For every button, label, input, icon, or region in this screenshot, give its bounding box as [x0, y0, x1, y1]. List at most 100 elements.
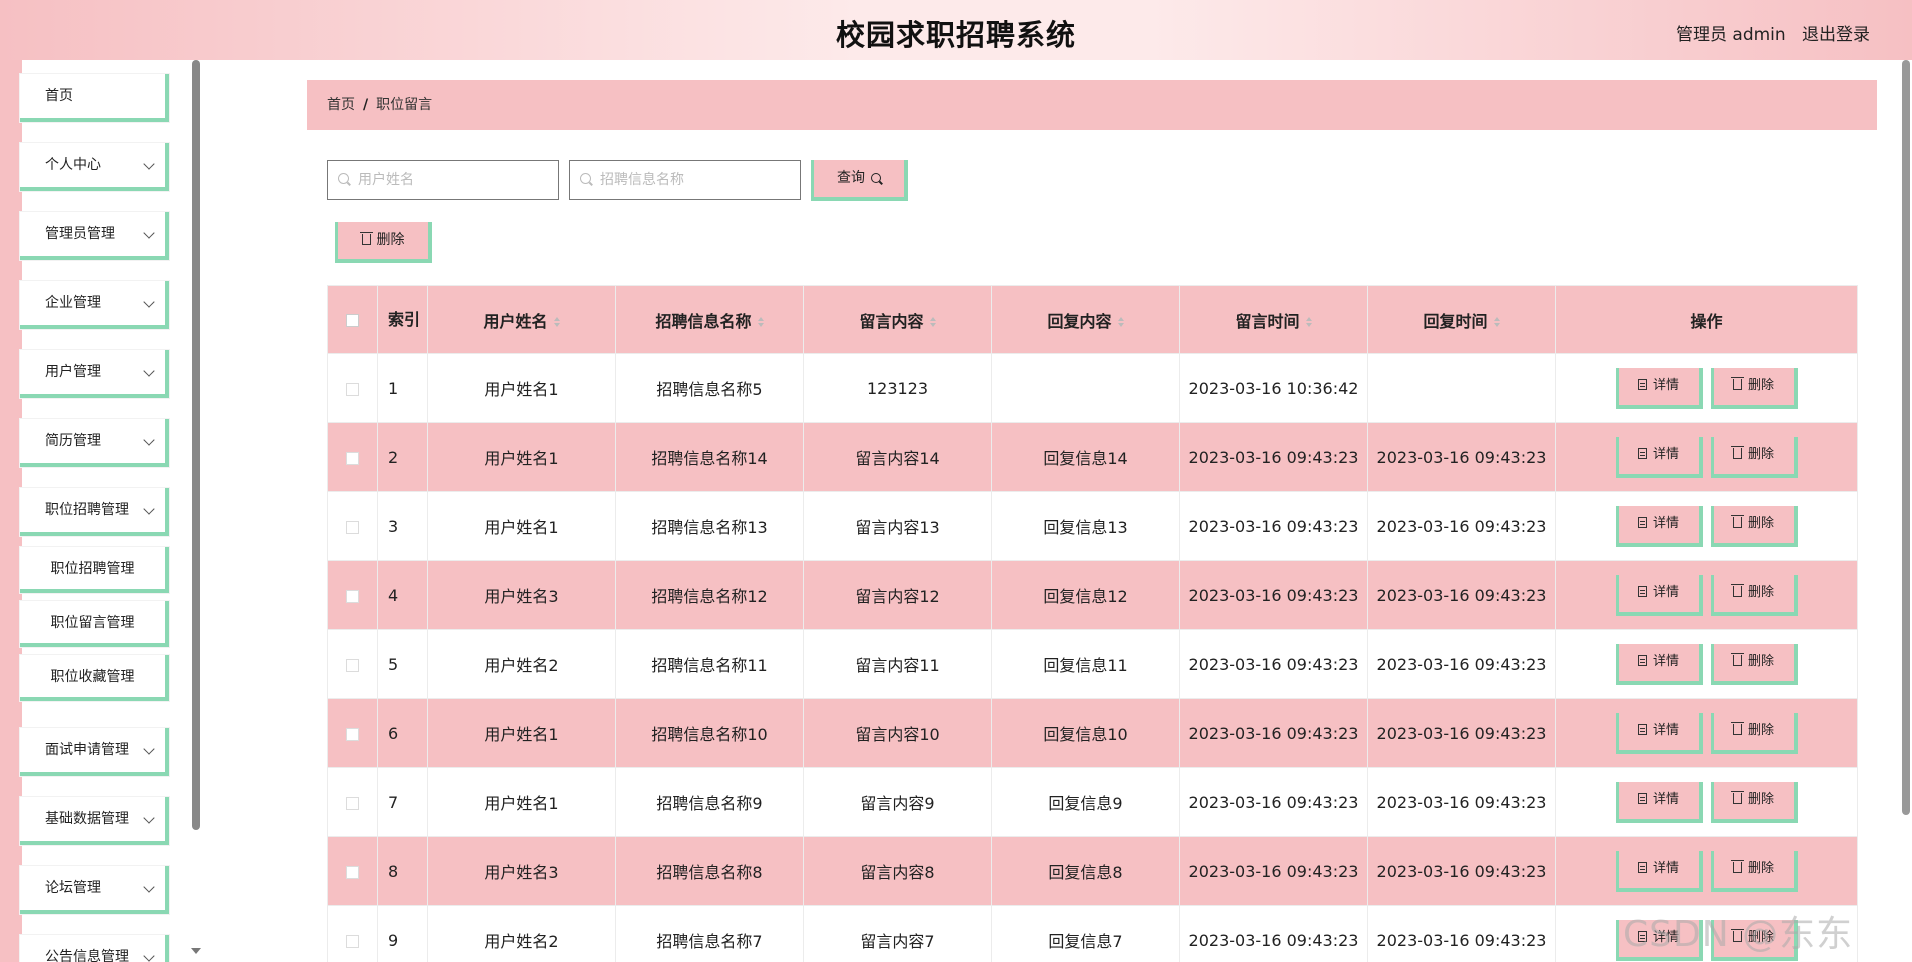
breadcrumb-home[interactable]: 首页: [327, 97, 355, 113]
batch-delete-button[interactable]: 删除: [335, 222, 432, 263]
delete-button[interactable]: 删除: [1710, 712, 1798, 754]
chevron-down-icon: [143, 812, 155, 824]
header-message[interactable]: 留言内容: [803, 285, 992, 354]
document-icon: [1637, 792, 1647, 804]
row-checkbox[interactable]: [346, 796, 359, 810]
sidebar-scrollbar[interactable]: [192, 60, 200, 830]
header-jobname[interactable]: 招聘信息名称: [615, 285, 804, 354]
row-checkbox[interactable]: [346, 934, 359, 948]
delete-button[interactable]: 删除: [1710, 505, 1798, 547]
detail-button[interactable]: 详情: [1615, 436, 1703, 478]
detail-label: 详情: [1652, 377, 1679, 393]
chevron-down-icon: [143, 434, 155, 446]
row-jobname: 招聘信息名称5: [615, 353, 804, 423]
detail-label: 详情: [1652, 653, 1679, 669]
document-icon: [1637, 447, 1647, 459]
breadcrumb-current: 职位留言: [376, 97, 433, 113]
sidebar-item-personal-center[interactable]: 个人中心: [20, 143, 169, 191]
sidebar-subitem-label: 职位收藏管理: [50, 669, 135, 685]
sort-icon[interactable]: [553, 317, 560, 327]
sidebar-subitem-job-postings[interactable]: 职位招聘管理: [20, 547, 169, 593]
batch-delete-label: 删除: [376, 232, 405, 248]
row-reply-time: 2023-03-16 09:43:23: [1367, 560, 1556, 630]
row-reply-time: 2023-03-16 09:43:23: [1367, 491, 1556, 561]
detail-button[interactable]: 详情: [1615, 781, 1703, 823]
header-index: 索引: [377, 285, 428, 354]
sidebar-item-job-management[interactable]: 职位招聘管理: [20, 488, 169, 536]
row-index: 3: [377, 491, 428, 561]
header-label: 招聘信息名称: [655, 311, 752, 331]
delete-button[interactable]: 删除: [1710, 436, 1798, 478]
row-message: 留言内容11: [803, 629, 992, 699]
row-checkbox[interactable]: [346, 658, 359, 672]
header-reply-time[interactable]: 回复时间: [1367, 285, 1556, 354]
sidebar-item-base-data-management[interactable]: 基础数据管理: [20, 797, 169, 845]
row-reply: 回复信息11: [991, 629, 1180, 699]
row-actions: 详情 删除: [1555, 491, 1858, 561]
sidebar-item-company-management[interactable]: 企业管理: [20, 281, 169, 329]
row-msg-time: 2023-03-16 09:43:23: [1179, 698, 1368, 768]
app-title: 校园求职招聘系统: [835, 18, 1076, 52]
header-username[interactable]: 用户姓名: [427, 285, 616, 354]
row-checkbox[interactable]: [346, 520, 359, 534]
delete-button[interactable]: 删除: [1710, 850, 1798, 892]
sidebar-item-label: 职位招聘管理: [45, 502, 129, 518]
row-reply: 回复信息13: [991, 491, 1180, 561]
row-username: 用户姓名2: [427, 629, 616, 699]
row-reply: 回复信息8: [991, 836, 1180, 906]
row-checkbox[interactable]: [346, 451, 359, 465]
row-checkbox[interactable]: [346, 865, 359, 879]
sidebar-item-home[interactable]: 首页: [20, 74, 169, 122]
username-search-input[interactable]: [327, 160, 559, 200]
row-jobname: 招聘信息名称11: [615, 629, 804, 699]
detail-button[interactable]: 详情: [1615, 505, 1703, 547]
sort-icon[interactable]: [929, 317, 936, 327]
detail-button[interactable]: 详情: [1615, 850, 1703, 892]
sort-icon[interactable]: [1305, 317, 1312, 327]
detail-button[interactable]: 详情: [1615, 367, 1703, 409]
sort-icon[interactable]: [1493, 317, 1500, 327]
sidebar-item-user-management[interactable]: 用户管理: [20, 350, 169, 398]
header-msg-time[interactable]: 留言时间: [1179, 285, 1368, 354]
select-all-checkbox[interactable]: [346, 314, 359, 327]
detail-button[interactable]: 详情: [1615, 643, 1703, 685]
row-checkbox[interactable]: [346, 727, 359, 741]
scroll-down-arrow-icon[interactable]: [191, 948, 201, 954]
sidebar-item-label: 个人中心: [45, 157, 101, 173]
search-button[interactable]: 查询: [811, 160, 908, 201]
sidebar-item-notice-management[interactable]: 公告信息管理: [20, 935, 169, 962]
row-checkbox[interactable]: [346, 589, 359, 603]
sidebar-item-label: 基础数据管理: [45, 811, 129, 827]
sort-icon[interactable]: [1117, 317, 1124, 327]
delete-button[interactable]: 删除: [1710, 574, 1798, 616]
sidebar-item-admin-management[interactable]: 管理员管理: [20, 212, 169, 260]
row-jobname: 招聘信息名称8: [615, 836, 804, 906]
detail-button[interactable]: 详情: [1615, 574, 1703, 616]
header-reply[interactable]: 回复内容: [991, 285, 1180, 354]
row-message: 留言内容9: [803, 767, 992, 837]
main-scrollbar[interactable]: [1902, 60, 1910, 815]
row-index: 7: [377, 767, 428, 837]
row-message: 留言内容7: [803, 905, 992, 962]
row-username: 用户姓名1: [427, 698, 616, 768]
row-checkbox[interactable]: [346, 382, 359, 396]
delete-button[interactable]: 删除: [1710, 781, 1798, 823]
logout-link[interactable]: 退出登录: [1802, 20, 1870, 45]
sidebar-item-label: 面试申请管理: [45, 742, 129, 758]
row-username: 用户姓名1: [427, 491, 616, 561]
delete-button[interactable]: 删除: [1710, 643, 1798, 685]
sidebar-item-interview-management[interactable]: 面试申请管理: [20, 728, 169, 776]
delete-button[interactable]: 删除: [1710, 367, 1798, 409]
detail-button[interactable]: 详情: [1615, 712, 1703, 754]
sort-icon[interactable]: [757, 317, 764, 327]
jobname-search-input[interactable]: [569, 160, 801, 200]
chevron-down-icon: [143, 743, 155, 755]
sidebar-item-forum-management[interactable]: 论坛管理: [20, 866, 169, 914]
sidebar-subitem-label: 职位招聘管理: [50, 561, 135, 577]
sidebar-subitem-job-favorites[interactable]: 职位收藏管理: [20, 655, 169, 701]
delete-label: 删除: [1747, 653, 1774, 669]
sidebar-item-resume-management[interactable]: 简历管理: [20, 419, 169, 467]
sidebar-subitem-job-messages[interactable]: 职位留言管理: [20, 601, 169, 647]
watermark-text: CSDN @东东516: [1623, 914, 1854, 962]
table-row: 4 用户姓名3 招聘信息名称12 留言内容12 回复信息12 2023-03-1…: [327, 560, 1858, 630]
